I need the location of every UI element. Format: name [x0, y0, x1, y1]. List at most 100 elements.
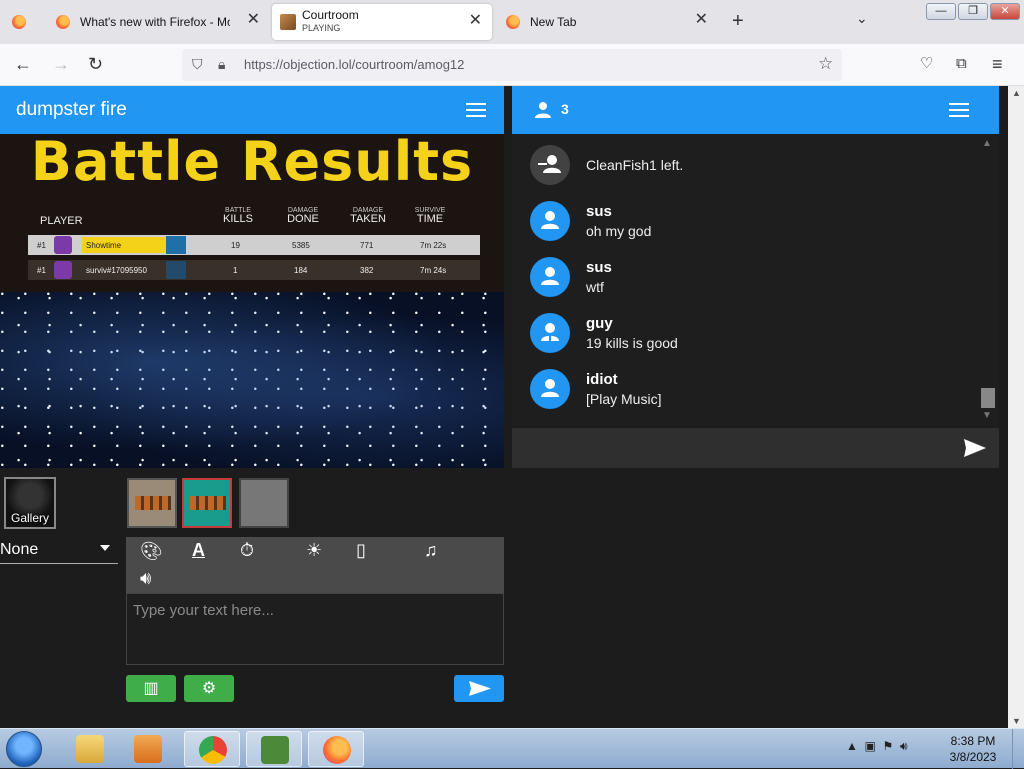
browser-nav-bar: ← → ↻ ⛉ 🔒︎ https://objection.lol/courtro…: [0, 44, 1024, 86]
chat-scroll-thumb[interactable]: [981, 388, 995, 408]
player-avatar: [54, 261, 72, 279]
url-bar[interactable]: ⛉ 🔒︎ https://objection.lol/courtroom/amo…: [182, 49, 842, 81]
maximize-button[interactable]: ❐: [958, 3, 988, 20]
clock-time: 8:38 PM: [950, 734, 996, 748]
user-count: 3: [561, 101, 569, 117]
tab-close-icon[interactable]: ✕: [695, 12, 708, 28]
courtroom-header: dumpster fire: [0, 86, 504, 134]
pose-select[interactable]: None: [0, 537, 118, 564]
music-icon[interactable]: ♫: [424, 540, 438, 560]
tab-courtroom[interactable]: Courtroom PLAYING ✕: [272, 4, 492, 40]
page-scrollbar[interactable]: ▲ ▼: [1008, 86, 1024, 728]
app-menu-icon[interactable]: ≡: [992, 54, 1003, 74]
column-header: SURVIVE TIME: [414, 207, 446, 225]
tab-title: Courtroom: [302, 8, 359, 22]
forward-icon[interactable]: →: [52, 54, 70, 74]
reload-icon[interactable]: ↻: [88, 54, 103, 74]
show-desktop-button[interactable]: [1012, 729, 1024, 769]
taskbar: ▲ ▣ ⚑ 🔊︎ 8:38 PM 3/8/2023: [0, 728, 1024, 769]
pose-thumbnail[interactable]: [127, 478, 177, 528]
tab-playing-label: PLAYING: [302, 23, 341, 33]
character-gallery-button[interactable]: Gallery: [4, 477, 56, 529]
courtroom-favicon-icon: [280, 14, 296, 30]
tab-title: New Tab: [530, 15, 577, 29]
scroll-down-icon[interactable]: ▼: [982, 410, 992, 421]
results-row: #1 Showtime 19 5385 771 7m 22s: [28, 235, 480, 255]
send-icon: [469, 681, 491, 696]
palette-icon[interactable]: 🎨︎: [140, 541, 163, 561]
chat-username: sus: [586, 259, 612, 276]
vibrate-icon[interactable]: ▯: [356, 540, 366, 560]
chat-header: 3: [512, 86, 999, 134]
window-close-button[interactable]: ✕: [990, 3, 1020, 20]
courtroom-scene: Battle Results PLAYER BATTLE KILLS DAMAGE…: [0, 134, 504, 468]
message-toolbar: 🎨︎ A ⏱︎ ☀︎ ▯ ♫ 🔊︎: [126, 537, 504, 593]
bookmark-star-icon[interactable]: ☆: [818, 54, 833, 74]
tab-title: What's new with Firefox - More: [80, 15, 230, 29]
message-input[interactable]: [126, 593, 504, 665]
library-icon: ▥: [143, 680, 159, 697]
tab-whats-new[interactable]: What's new with Firefox - More ✕: [44, 0, 270, 44]
extensions-icon[interactable]: ⧉: [956, 54, 967, 74]
chat-scrollbar[interactable]: ▲ ▼: [979, 138, 995, 424]
room-title: dumpster fire: [16, 99, 127, 120]
column-header: DAMAGE TAKEN: [350, 207, 386, 225]
volume-icon[interactable]: 🔊︎: [140, 568, 151, 588]
list-all-tabs-button[interactable]: ⌄: [856, 10, 868, 27]
media-player-icon: [134, 735, 162, 763]
taskbar-chrome[interactable]: [184, 731, 240, 767]
chat-menu-icon[interactable]: [949, 103, 969, 117]
user-avatar-icon: [530, 201, 570, 241]
evidence-button[interactable]: ▥: [126, 675, 176, 702]
shield-icon[interactable]: ⛉: [192, 56, 203, 73]
chat-username: guy: [586, 315, 613, 332]
taskbar-media-player[interactable]: [120, 731, 176, 767]
chat-message-text: [Play Music]: [586, 391, 662, 407]
new-tab-button[interactable]: +: [732, 10, 744, 33]
chat-message-text: CleanFish1 left.: [586, 157, 684, 173]
tab-new-tab[interactable]: New Tab ✕: [494, 0, 718, 44]
battle-results-heading: Battle Results: [30, 134, 474, 193]
firefox-icon: [323, 736, 351, 764]
battle-results-image: Battle Results PLAYER BATTLE KILLS DAMAGE…: [0, 134, 504, 292]
tray-icons[interactable]: ▲ ▣ ⚑ 🔊︎: [846, 739, 908, 754]
user-avatar-icon: [530, 257, 570, 297]
firefox-icon: [12, 15, 26, 29]
settings-button[interactable]: ⚙: [184, 675, 234, 702]
chat-message-text: wtf: [586, 279, 604, 295]
minimize-button[interactable]: —: [926, 3, 956, 20]
results-row: #1 surviv#17095950 1 184 382 7m 24s: [28, 260, 480, 280]
scroll-up-icon[interactable]: ▲: [982, 138, 992, 149]
chat-username: sus: [586, 203, 612, 220]
start-button[interactable]: [6, 731, 42, 767]
tab-close-icon[interactable]: ✕: [469, 13, 482, 29]
pose-thumbnail[interactable]: [239, 478, 289, 528]
chat-input[interactable]: [512, 428, 999, 468]
back-icon[interactable]: ←: [14, 54, 32, 74]
scroll-down-icon[interactable]: ▼: [1012, 716, 1021, 726]
firefox-icon: [506, 15, 520, 29]
timer-icon[interactable]: ⏱︎: [240, 540, 254, 560]
scroll-up-icon[interactable]: ▲: [1012, 88, 1021, 98]
taskbar-csharp[interactable]: [246, 731, 302, 767]
courtroom-menu-icon[interactable]: [466, 103, 486, 117]
send-button[interactable]: [454, 675, 504, 702]
tab-close-icon[interactable]: ✕: [247, 12, 260, 28]
player-column-header: PLAYER: [40, 215, 83, 227]
chat-send-icon[interactable]: [963, 438, 987, 458]
column-header: DAMAGE DONE: [287, 207, 319, 225]
pocket-icon[interactable]: ♡: [920, 54, 933, 74]
lock-icon[interactable]: 🔒︎: [218, 56, 225, 73]
url-text[interactable]: https://objection.lol/courtroom/amog12: [244, 57, 464, 72]
firefox-view-button[interactable]: [0, 0, 44, 44]
text-format-icon[interactable]: A: [192, 540, 205, 560]
taskbar-firefox[interactable]: [308, 731, 364, 767]
clock-date: 3/8/2023: [949, 750, 997, 764]
taskbar-explorer[interactable]: [62, 731, 118, 767]
brightness-icon[interactable]: ☀︎: [306, 540, 322, 560]
system-clock[interactable]: 8:38 PM 3/8/2023: [940, 733, 1006, 765]
users-icon: [535, 102, 551, 118]
browser-tab-strip: What's new with Firefox - More ✕ Courtro…: [0, 0, 1024, 44]
pose-thumbnail-selected[interactable]: [182, 478, 232, 528]
firefox-icon: [56, 15, 70, 29]
